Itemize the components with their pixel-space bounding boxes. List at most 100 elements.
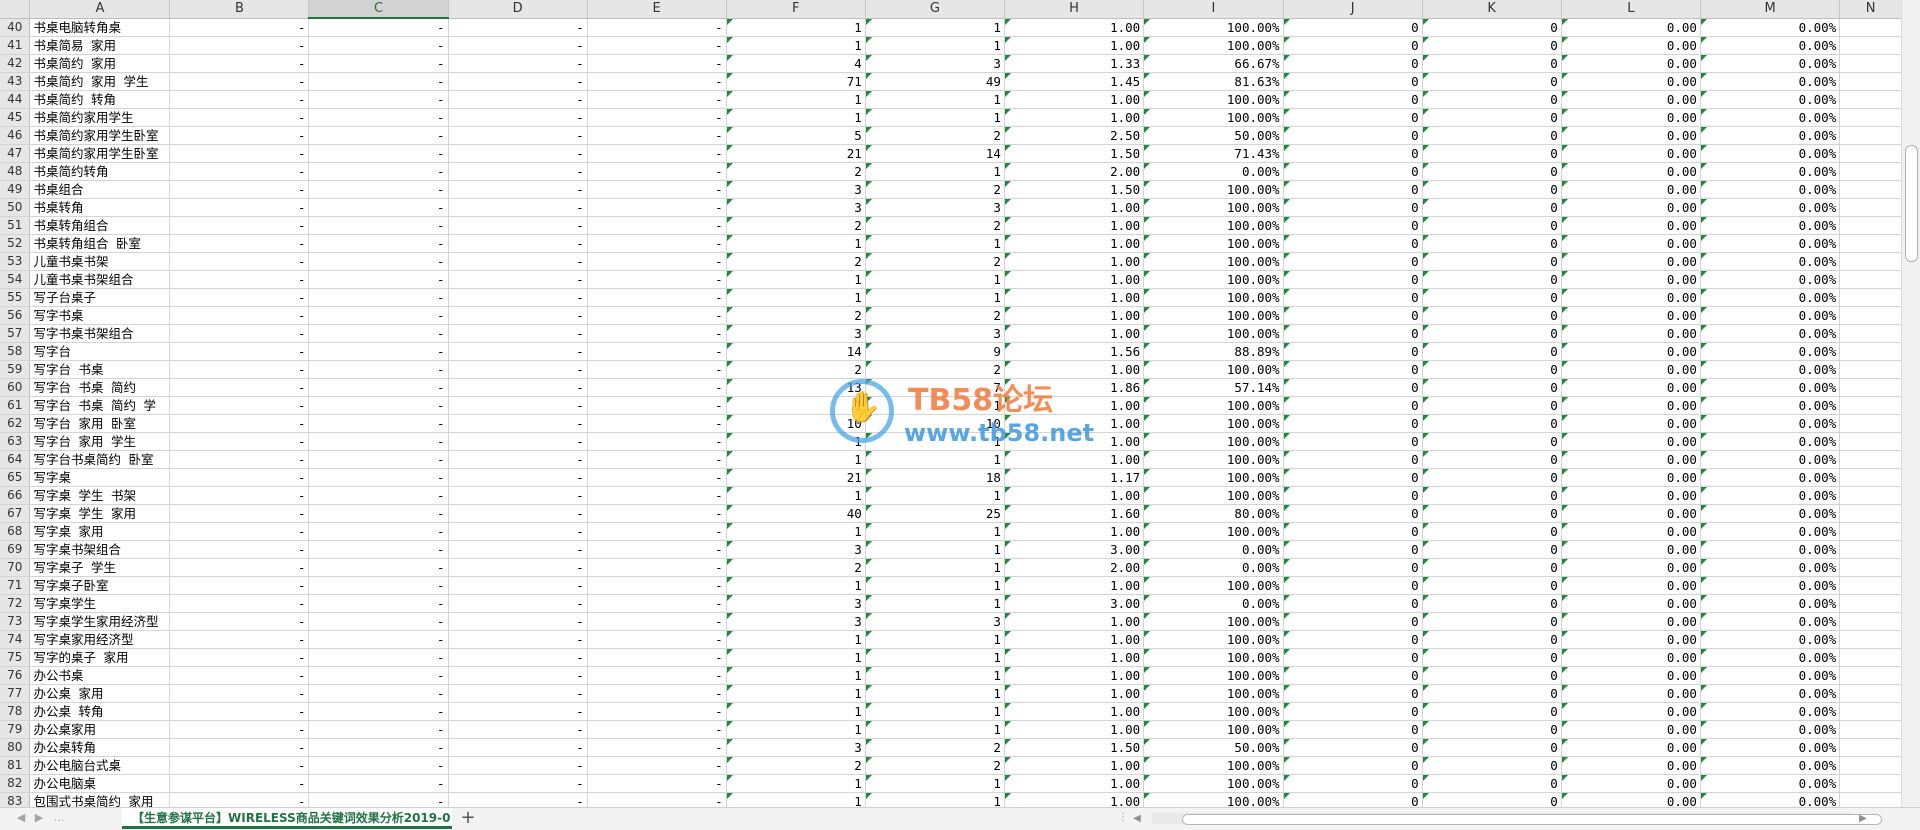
cell-f[interactable]: 1 <box>726 576 866 595</box>
cell-l[interactable]: 0.00 <box>1561 738 1701 757</box>
cell-g[interactable]: 18 <box>865 468 1005 487</box>
keyword-cell[interactable]: 书桌简约 转角 <box>29 90 171 109</box>
cell-f[interactable]: 2 <box>726 558 866 577</box>
cell-e[interactable]: - <box>587 630 727 649</box>
cell-m[interactable]: 0.00% <box>1700 450 1841 469</box>
cell-d[interactable]: - <box>448 252 588 271</box>
cell-h[interactable]: 1.00 <box>1004 612 1145 631</box>
column-header-i[interactable]: I <box>1143 0 1284 19</box>
cell-e[interactable]: - <box>587 234 727 253</box>
row-header[interactable]: 73 <box>0 612 31 631</box>
cell-l[interactable]: 0.00 <box>1561 540 1701 559</box>
cell-d[interactable]: - <box>448 378 588 397</box>
cell-n[interactable] <box>1839 198 1902 217</box>
cell-k[interactable]: 0 <box>1422 414 1562 433</box>
cell-i[interactable]: 100.00% <box>1143 468 1284 487</box>
cell-l[interactable]: 0.00 <box>1561 18 1701 37</box>
cell-e[interactable]: - <box>587 684 727 703</box>
cell-j[interactable]: 0 <box>1283 36 1423 55</box>
cell-k[interactable]: 0 <box>1422 756 1562 775</box>
cell-d[interactable]: - <box>448 360 588 379</box>
cell-e[interactable]: - <box>587 252 727 271</box>
horizontal-scroll-thumb[interactable] <box>1182 814 1882 825</box>
cell-d[interactable]: - <box>448 450 588 469</box>
cell-e[interactable]: - <box>587 162 727 181</box>
cell-k[interactable]: 0 <box>1422 468 1562 487</box>
cell-n[interactable] <box>1839 72 1902 91</box>
cell-e[interactable]: - <box>587 450 727 469</box>
cell-d[interactable]: - <box>448 126 588 145</box>
column-header-k[interactable]: K <box>1422 0 1562 19</box>
cell-c[interactable]: - <box>308 666 449 685</box>
cell-h[interactable]: 3.00 <box>1004 594 1145 613</box>
cell-n[interactable] <box>1839 144 1902 163</box>
cell-e[interactable]: - <box>587 414 727 433</box>
cell-e[interactable]: - <box>587 342 727 361</box>
cell-k[interactable]: 0 <box>1422 108 1562 127</box>
cell-g[interactable]: 1 <box>865 18 1005 37</box>
cell-j[interactable]: 0 <box>1283 396 1423 415</box>
cell-i[interactable]: 100.00% <box>1143 522 1284 541</box>
cell-l[interactable]: 0.00 <box>1561 126 1701 145</box>
cell-c[interactable]: - <box>308 414 449 433</box>
cell-e[interactable]: - <box>587 396 727 415</box>
cell-n[interactable] <box>1839 162 1902 181</box>
cell-i[interactable]: 71.43% <box>1143 144 1284 163</box>
cell-c[interactable]: - <box>308 18 449 37</box>
column-header-j[interactable]: J <box>1283 0 1423 19</box>
cell-f[interactable]: 40 <box>726 504 866 523</box>
cell-l[interactable]: 0.00 <box>1561 432 1701 451</box>
cell-k[interactable]: 0 <box>1422 540 1562 559</box>
cell-f[interactable]: 1 <box>726 684 866 703</box>
add-sheet-button[interactable]: + <box>458 809 478 829</box>
row-header[interactable]: 61 <box>0 396 31 415</box>
cell-d[interactable]: - <box>448 558 588 577</box>
cell-f[interactable]: 2 <box>726 216 866 235</box>
cell-f[interactable]: 1 <box>726 792 866 807</box>
row-header[interactable]: 77 <box>0 684 31 703</box>
cell-m[interactable]: 0.00% <box>1700 54 1841 73</box>
cell-g[interactable]: 1 <box>865 288 1005 307</box>
cell-k[interactable]: 0 <box>1422 144 1562 163</box>
cell-c[interactable]: - <box>308 738 449 757</box>
cell-g[interactable]: 7 <box>865 378 1005 397</box>
cell-f[interactable]: 1 <box>726 108 866 127</box>
cell-c[interactable]: - <box>308 54 449 73</box>
cell-n[interactable] <box>1839 360 1902 379</box>
cell-c[interactable]: - <box>308 468 449 487</box>
cell-f[interactable]: 1 <box>726 774 866 793</box>
cell-d[interactable]: - <box>448 774 588 793</box>
cell-j[interactable]: 0 <box>1283 792 1423 807</box>
tab-split-handle-icon[interactable]: ⋮ <box>1118 812 1128 826</box>
cell-g[interactable]: 1 <box>865 522 1005 541</box>
cell-b[interactable]: - <box>169 18 310 37</box>
keyword-cell[interactable]: 包围式书桌简约 家用 <box>29 792 171 807</box>
cell-l[interactable]: 0.00 <box>1561 72 1701 91</box>
cell-h[interactable]: 1.50 <box>1004 180 1145 199</box>
cell-h[interactable]: 1.00 <box>1004 720 1145 739</box>
keyword-cell[interactable]: 办公电脑桌 <box>29 774 171 793</box>
keyword-cell[interactable]: 写字桌子卧室 <box>29 576 171 595</box>
cell-d[interactable]: - <box>448 684 588 703</box>
row-header[interactable]: 50 <box>0 198 31 217</box>
cell-d[interactable]: - <box>448 90 588 109</box>
cell-m[interactable]: 0.00% <box>1700 630 1841 649</box>
cell-h[interactable]: 1.00 <box>1004 90 1145 109</box>
cell-d[interactable]: - <box>448 666 588 685</box>
cell-i[interactable]: 100.00% <box>1143 792 1284 807</box>
cell-m[interactable]: 0.00% <box>1700 144 1841 163</box>
cell-c[interactable]: - <box>308 522 449 541</box>
cell-g[interactable]: 2 <box>865 306 1005 325</box>
prev-sheet-icon[interactable]: ◀ <box>14 811 28 825</box>
cell-j[interactable]: 0 <box>1283 90 1423 109</box>
cell-l[interactable]: 0.00 <box>1561 306 1701 325</box>
cell-i[interactable]: 100.00% <box>1143 180 1284 199</box>
cell-j[interactable]: 0 <box>1283 540 1423 559</box>
cell-m[interactable]: 0.00% <box>1700 702 1841 721</box>
row-header[interactable]: 59 <box>0 360 31 379</box>
cell-f[interactable]: 3 <box>726 324 866 343</box>
cell-c[interactable]: - <box>308 450 449 469</box>
cell-f[interactable]: 1 <box>726 450 866 469</box>
cell-j[interactable]: 0 <box>1283 18 1423 37</box>
cell-e[interactable]: - <box>587 738 727 757</box>
